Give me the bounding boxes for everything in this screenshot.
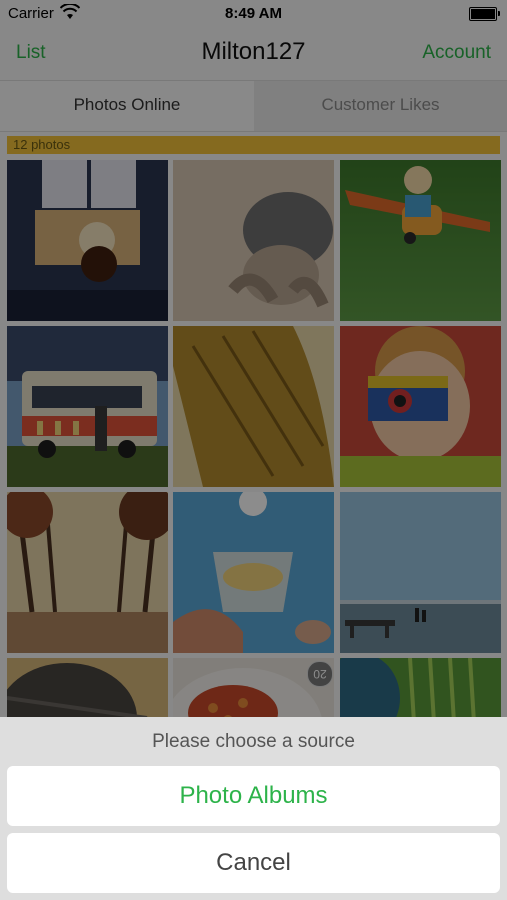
cancel-button[interactable]: Cancel — [7, 833, 500, 893]
action-sheet-title: Please choose a source — [152, 731, 355, 752]
action-sheet: Please choose a source Photo Albums Canc… — [0, 717, 507, 900]
photo-albums-button[interactable]: Photo Albums — [7, 766, 500, 826]
